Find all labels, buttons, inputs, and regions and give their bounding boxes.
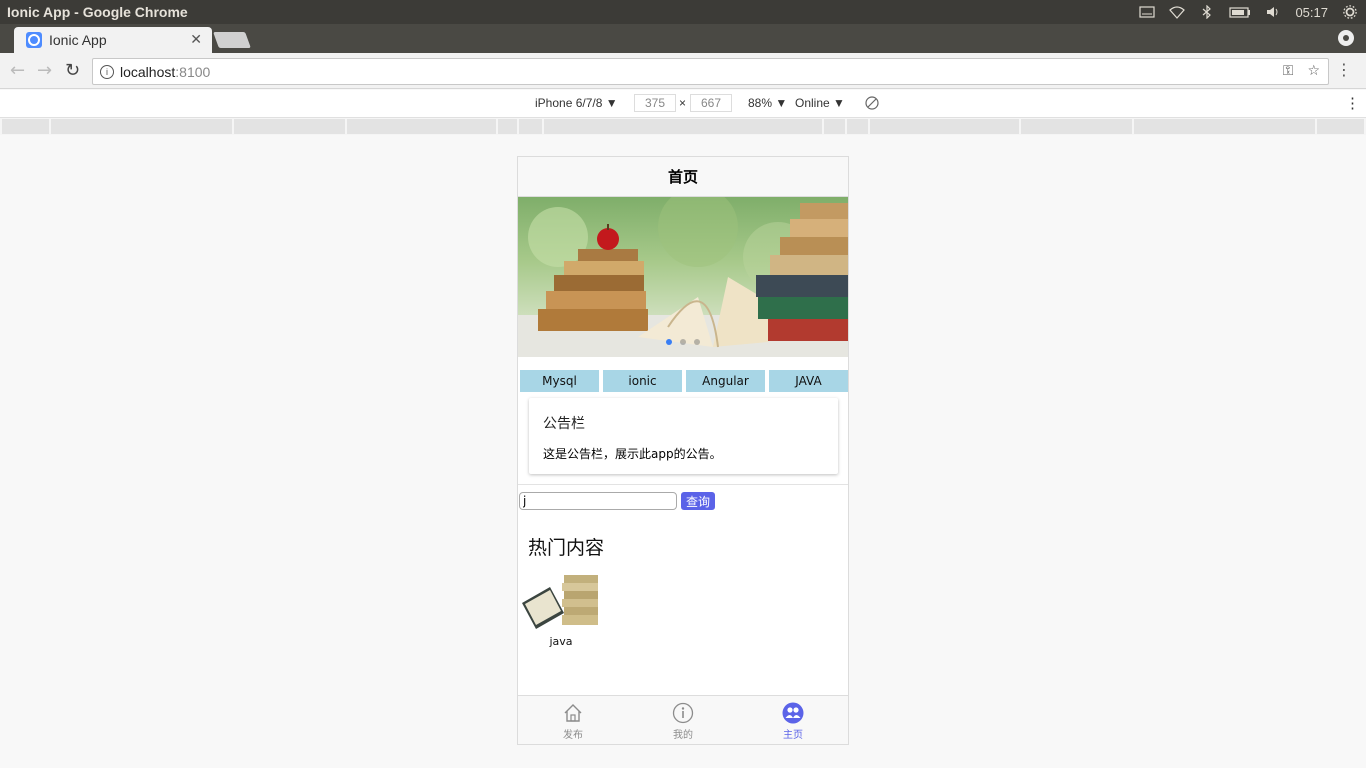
tab-mine[interactable]: 我的	[628, 696, 738, 744]
hot-item-label: java	[549, 635, 573, 648]
system-tray: 05:17	[1139, 0, 1366, 24]
tab-title: Ionic App	[49, 32, 107, 48]
url-port: :8100	[175, 63, 211, 80]
info-icon[interactable]: i	[100, 64, 114, 79]
tab-label: 我的	[673, 730, 693, 741]
url-host: localhost	[120, 63, 176, 80]
people-icon	[782, 702, 804, 724]
network-value: Online	[795, 96, 830, 110]
zoom-value: 88%	[748, 96, 773, 110]
network-select[interactable]: Online ▼	[795, 96, 845, 110]
device-select[interactable]: iPhone 6/7/8 ▼	[535, 96, 618, 110]
device-viewport: 首页 Mysql ionic Angular JAVA 公告栏 这是公告栏，展示…	[517, 156, 849, 745]
pager-dot[interactable]	[680, 339, 686, 345]
back-arrow-icon[interactable]: ←	[10, 61, 25, 81]
books-thumbnail-image	[522, 575, 598, 629]
info-icon	[672, 702, 694, 724]
carousel-slide[interactable]	[518, 197, 848, 357]
carousel-pagination	[518, 339, 848, 345]
ruler-segment[interactable]	[234, 119, 345, 134]
ruler-segment[interactable]	[498, 119, 517, 134]
home-icon	[564, 704, 582, 722]
hot-content-heading: 热门内容	[528, 537, 605, 559]
ruler-segment[interactable]	[1021, 119, 1132, 134]
address-bar[interactable]: i localhost:8100 ⚿ ☆	[92, 58, 1329, 85]
category-ionic[interactable]: ionic	[603, 370, 682, 392]
books-banner-image	[518, 197, 848, 357]
browser-tab[interactable]: Ionic App ✕	[14, 27, 212, 53]
clock[interactable]: 05:17	[1295, 5, 1328, 20]
search-button[interactable]: 查询	[681, 492, 715, 510]
browser-toolbar: ← → ↻ i localhost:8100 ⚿ ☆ ⋮	[0, 53, 1366, 89]
pager-dot-active[interactable]	[666, 339, 672, 345]
device-toolbar: iPhone 6/7/8 ▼ 375 × 667 88% ▼ Online ▼ …	[0, 90, 1366, 118]
ruler-segment[interactable]	[1134, 119, 1315, 134]
bluetooth-icon[interactable]	[1199, 5, 1215, 19]
category-mysql[interactable]: Mysql	[520, 370, 599, 392]
window-title: Ionic App - Google Chrome	[7, 4, 188, 20]
zoom-select[interactable]: 88% ▼	[748, 96, 787, 110]
ruler-segment[interactable]	[51, 119, 232, 134]
browser-menu-icon[interactable]: ⋮	[1336, 62, 1352, 78]
rotate-icon[interactable]	[865, 96, 879, 110]
ruler-segment[interactable]	[519, 119, 542, 134]
ruler-segment[interactable]	[544, 119, 822, 134]
os-top-bar: Ionic App - Google Chrome 05:17	[0, 0, 1366, 24]
tab-home[interactable]: 主页	[738, 696, 848, 744]
forward-arrow-icon[interactable]: →	[37, 61, 52, 81]
app-header: 首页	[518, 157, 848, 197]
wifi-icon[interactable]	[1169, 5, 1186, 19]
page-title: 首页	[667, 168, 698, 186]
dimension-separator: ×	[679, 96, 687, 110]
bottom-tab-bar: 发布 我的 主页	[518, 695, 848, 744]
profile-icon[interactable]	[1338, 30, 1354, 46]
ruler-segment[interactable]	[824, 119, 845, 134]
media-query-ruler	[0, 118, 1366, 135]
category-angular[interactable]: Angular	[686, 370, 765, 392]
keyboard-icon[interactable]	[1139, 5, 1156, 19]
ruler-segment[interactable]	[347, 119, 496, 134]
close-tab-icon[interactable]: ✕	[190, 32, 202, 48]
settings-gear-icon[interactable]	[1342, 5, 1358, 19]
device-name: iPhone 6/7/8	[535, 96, 603, 110]
browser-tab-strip: Ionic App ✕	[0, 24, 1366, 53]
device-menu-icon[interactable]: ⋮	[1345, 94, 1360, 112]
ruler-segment[interactable]	[1317, 119, 1364, 134]
ionic-favicon-icon	[26, 32, 42, 48]
volume-icon[interactable]	[1265, 5, 1281, 19]
bookmark-star-icon[interactable]: ☆	[1307, 63, 1320, 79]
ruler-segment[interactable]	[2, 119, 49, 134]
notice-card: 公告栏 这是公告栏，展示此app的公告。	[529, 398, 838, 474]
hot-item[interactable]: java	[520, 573, 602, 648]
section-divider	[518, 484, 848, 485]
tab-label: 发布	[563, 730, 583, 741]
tab-publish[interactable]: 发布	[518, 696, 628, 744]
key-icon[interactable]: ⚿	[1283, 63, 1294, 79]
category-java[interactable]: JAVA	[769, 370, 848, 392]
notice-title: 公告栏	[543, 416, 585, 432]
ruler-segment[interactable]	[870, 119, 1019, 134]
pager-dot[interactable]	[694, 339, 700, 345]
reload-icon[interactable]: ↻	[65, 61, 80, 81]
ruler-segment[interactable]	[847, 119, 868, 134]
device-width-input[interactable]: 375	[634, 94, 676, 112]
search-input[interactable]	[519, 492, 677, 510]
new-tab-button[interactable]	[213, 32, 251, 48]
notice-text: 这是公告栏，展示此app的公告。	[543, 447, 722, 461]
battery-icon[interactable]	[1229, 5, 1251, 19]
category-row: Mysql ionic Angular JAVA	[520, 370, 848, 392]
tab-label: 主页	[783, 730, 803, 741]
device-height-input[interactable]: 667	[690, 94, 732, 112]
